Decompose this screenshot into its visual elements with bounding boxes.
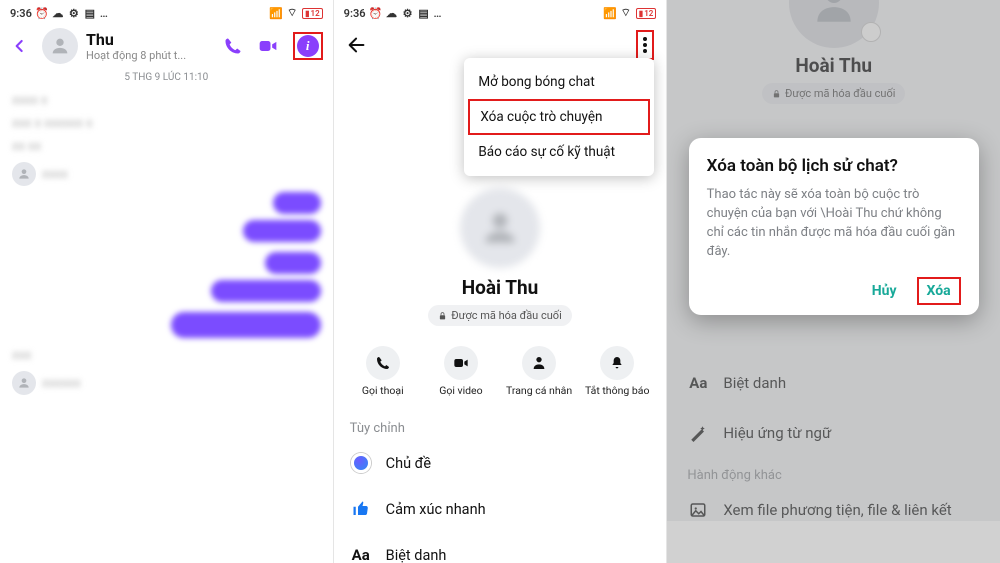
video-button[interactable] bbox=[257, 36, 279, 56]
arrow-left-icon bbox=[346, 34, 368, 56]
status-bar: 9:36 ⏰ ☁ ⚙ ▤ … 📶 ⌔ ▮12 bbox=[334, 0, 667, 22]
wifi-icon: ⌔ bbox=[620, 7, 632, 19]
info-button[interactable]: i bbox=[297, 35, 319, 57]
text-icon: Aa bbox=[350, 544, 372, 563]
signal-icon: 📶 bbox=[604, 7, 616, 19]
cloud-icon: ☁ bbox=[386, 7, 398, 19]
blurred-message: xxxx x bbox=[12, 93, 62, 108]
call-button[interactable] bbox=[223, 36, 243, 56]
more-icon: … bbox=[100, 7, 108, 20]
dialog-title: Xóa toàn bộ lịch sử chat? bbox=[707, 156, 961, 176]
back-button[interactable] bbox=[10, 36, 34, 56]
sent-bubble bbox=[243, 220, 321, 242]
video-icon bbox=[257, 36, 279, 56]
video-icon bbox=[452, 355, 470, 371]
globe-icon: ⚙ bbox=[402, 7, 414, 19]
status-bar: 9:36 ⏰ ☁ ⚙ ▤ … 📶 ⌔ ▮12 bbox=[0, 0, 333, 22]
battery-icon: ▮12 bbox=[636, 8, 657, 19]
lock-icon bbox=[438, 311, 447, 321]
chat-title-block[interactable]: Thu Hoạt động 8 phút t... bbox=[86, 30, 215, 62]
theme-icon bbox=[351, 453, 371, 473]
profile-block: Hoài Thu Được mã hóa đầu cuối bbox=[334, 188, 667, 326]
arrow-left-icon bbox=[10, 36, 30, 56]
setting-reaction[interactable]: Cảm xúc nhanh bbox=[334, 486, 667, 532]
profile-name: Hoài Thu bbox=[334, 276, 667, 299]
wifi-icon: ⌔ bbox=[286, 7, 298, 19]
chat-date-label: 5 THG 9 LÚC 11:10 bbox=[0, 72, 333, 83]
msg-icon: ▤ bbox=[418, 7, 430, 19]
section-customize: Tùy chỉnh bbox=[334, 413, 667, 440]
person-icon bbox=[49, 35, 71, 57]
chat-body[interactable]: xxxx x xxx x xxxxxx x xx xx xxxx xxx xxx… bbox=[0, 83, 333, 403]
dropdown-menu: Mở bong bóng chat Xóa cuộc trò chuyện Bá… bbox=[464, 58, 654, 176]
back-button[interactable] bbox=[346, 34, 368, 56]
panel-dialog: Hoài Thu Được mã hóa đầu cuối Aa Biệt da… bbox=[666, 0, 1000, 563]
phone-icon bbox=[375, 355, 391, 371]
signal-icon: 📶 bbox=[270, 7, 282, 19]
blurred-message: xx xx bbox=[12, 139, 62, 154]
status-time: 9:36 bbox=[10, 7, 32, 20]
encryption-badge: Được mã hóa đầu cuối bbox=[428, 305, 571, 326]
info-button-highlight: i bbox=[293, 32, 323, 60]
alarm-icon: ⏰ bbox=[370, 7, 382, 19]
sent-bubble bbox=[211, 280, 321, 302]
menu-open-bubble[interactable]: Mở bong bóng chat bbox=[464, 64, 654, 100]
chat-header: Thu Hoạt động 8 phút t... i bbox=[0, 22, 333, 70]
delete-button[interactable]: Xóa bbox=[917, 277, 961, 305]
action-call[interactable]: Gọi thoại bbox=[344, 346, 422, 397]
thumb-icon bbox=[350, 498, 372, 520]
phone-icon bbox=[223, 36, 243, 56]
action-mute[interactable]: Tắt thông báo bbox=[578, 346, 656, 397]
menu-button-highlight bbox=[636, 30, 654, 60]
profile-avatar[interactable] bbox=[460, 188, 540, 268]
globe-icon: ⚙ bbox=[68, 7, 80, 19]
action-video[interactable]: Gọi video bbox=[422, 346, 500, 397]
blurred-message: xxxxxx bbox=[42, 376, 102, 391]
contact-subtitle: Hoạt động 8 phút t... bbox=[86, 49, 215, 62]
dots-icon bbox=[643, 37, 647, 41]
sender-avatar bbox=[12, 162, 36, 186]
action-profile[interactable]: Trang cá nhân bbox=[500, 346, 578, 397]
blurred-message: xxxx bbox=[42, 167, 82, 182]
contact-avatar[interactable] bbox=[42, 28, 78, 64]
panel-chat: 9:36 ⏰ ☁ ⚙ ▤ … 📶 ⌔ ▮12 Thu Hoạt động 8 p… bbox=[0, 0, 333, 563]
person-icon bbox=[478, 206, 522, 250]
panel-profile-menu: 9:36 ⏰ ☁ ⚙ ▤ … 📶 ⌔ ▮12 Mở bong bóng chat… bbox=[333, 0, 667, 563]
menu-delete-conversation[interactable]: Xóa cuộc trò chuyện bbox=[468, 99, 650, 135]
sender-avatar bbox=[12, 371, 36, 395]
setting-theme[interactable]: Chủ đề bbox=[334, 440, 667, 486]
setting-nickname[interactable]: Aa Biệt danh bbox=[334, 532, 667, 563]
msg-icon: ▤ bbox=[84, 7, 96, 19]
action-row: Gọi thoại Gọi video Trang cá nhân Tắt th… bbox=[344, 346, 657, 397]
bell-icon bbox=[609, 355, 625, 371]
alarm-icon: ⏰ bbox=[36, 7, 48, 19]
more-menu-button[interactable] bbox=[640, 33, 650, 57]
sent-bubble bbox=[265, 252, 321, 274]
cancel-button[interactable]: Hủy bbox=[862, 277, 907, 305]
status-time: 9:36 bbox=[344, 7, 366, 20]
contact-name: Thu bbox=[86, 30, 215, 49]
blurred-message: xxx x xxxxxx x bbox=[12, 116, 102, 131]
cloud-icon: ☁ bbox=[52, 7, 64, 19]
menu-report-issue[interactable]: Báo cáo sự cố kỹ thuật bbox=[464, 134, 654, 170]
blurred-message: xxx bbox=[12, 348, 52, 363]
person-icon bbox=[531, 355, 547, 371]
dialog-body: Thao tác này sẽ xóa toàn bộ cuộc trò chu… bbox=[707, 186, 961, 261]
sent-bubble bbox=[171, 312, 321, 338]
more-icon: … bbox=[434, 7, 442, 20]
sent-bubble bbox=[273, 192, 321, 214]
battery-icon: ▮12 bbox=[302, 8, 323, 19]
delete-dialog: Xóa toàn bộ lịch sử chat? Thao tác này s… bbox=[689, 138, 979, 315]
